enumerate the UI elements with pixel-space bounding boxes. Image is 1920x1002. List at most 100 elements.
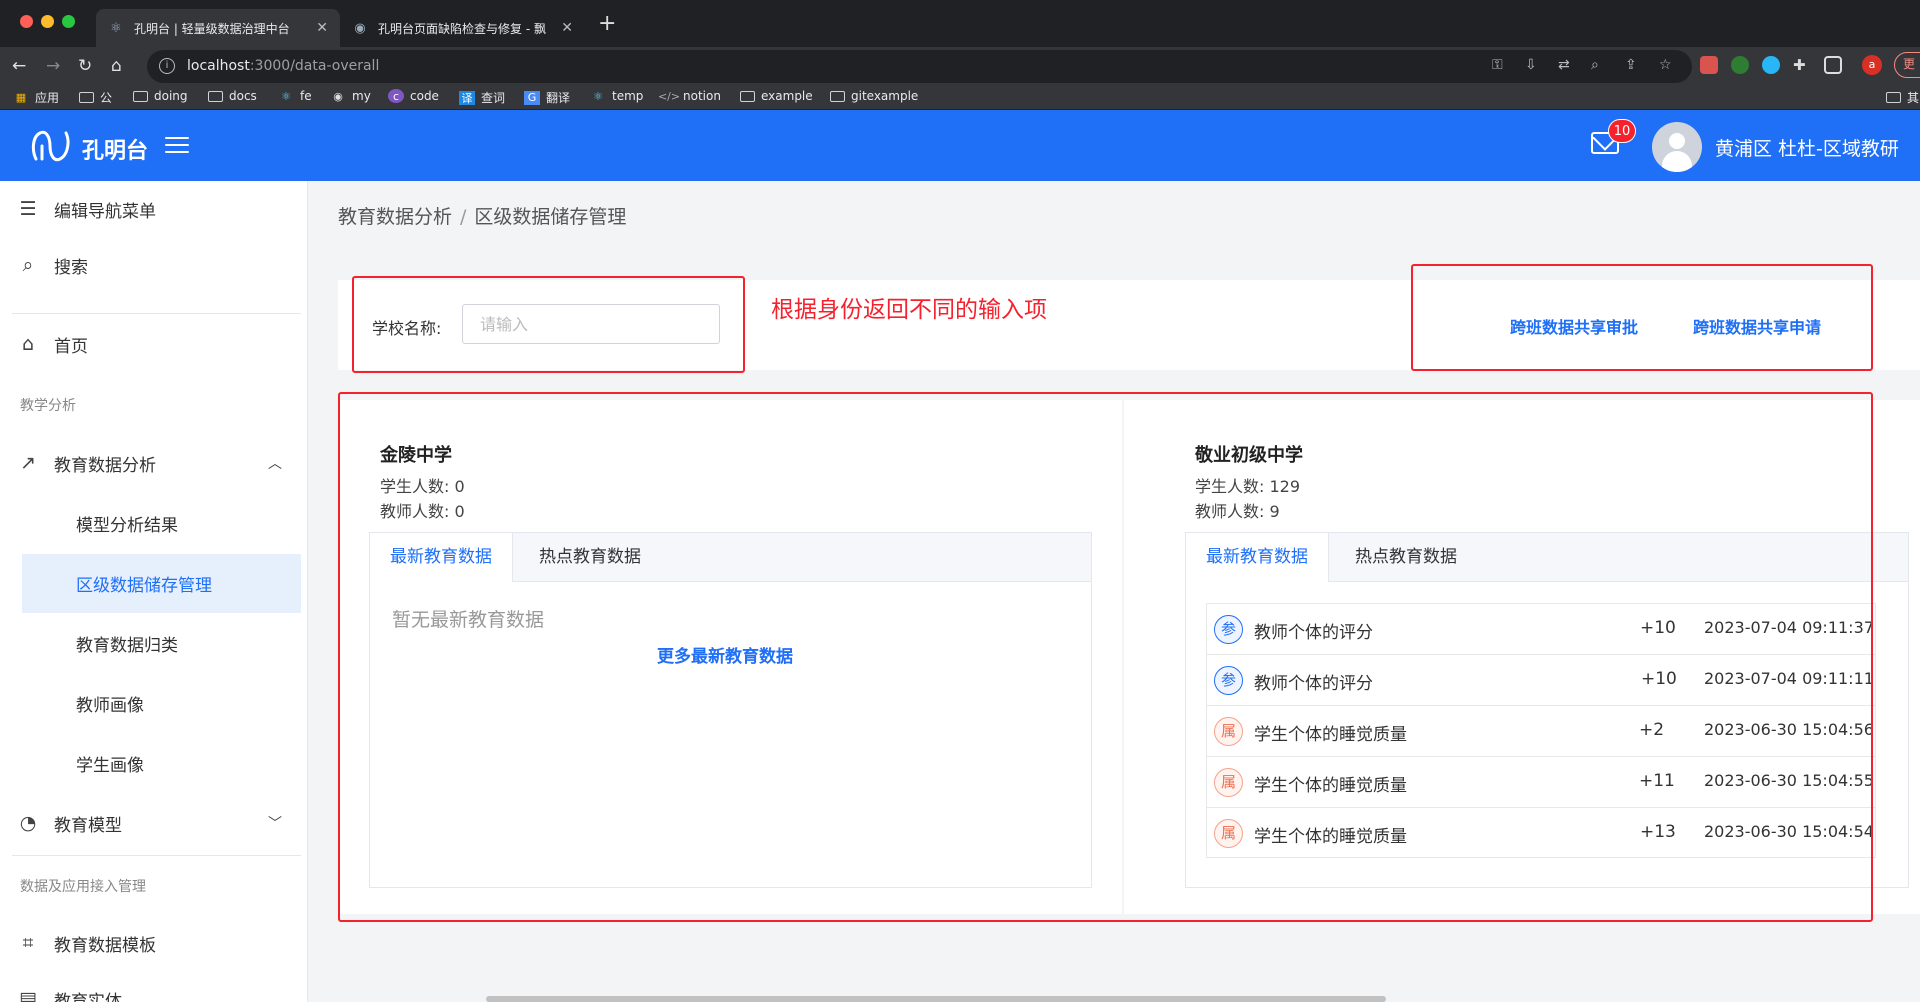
share-icon[interactable]: ⇪ — [1625, 57, 1637, 73]
react-icon: ⚛ — [593, 89, 603, 103]
url-text[interactable]: localhost:3000/data-overall — [187, 58, 379, 74]
sidebar-item-label: 教育模型 — [54, 815, 122, 836]
menu-toggle-icon[interactable] — [165, 137, 189, 155]
window-close-dot[interactable] — [20, 15, 33, 28]
more-latest-link[interactable]: 更多最新教育数据 — [657, 642, 793, 667]
list-item-time: 2023-06-30 15:04:54 — [1704, 822, 1874, 841]
sidebar-item-edu-model[interactable]: ◔ 教育模型 ﹀ — [0, 795, 300, 851]
extension-icon[interactable] — [1700, 56, 1718, 74]
browser-tab[interactable]: ◉ 孔明台页面缺陷检查与修复 - 飘 ✕ — [340, 9, 585, 47]
list-item[interactable]: 参 教师个体的评分 +10 2023-07-04 09:11:11 — [1206, 654, 1876, 705]
sidebar-subitem[interactable]: 学生画像 — [22, 734, 301, 793]
extension-icon[interactable] — [1731, 56, 1749, 74]
sidebar-item-edu-analysis[interactable]: ↗ 教育数据分析 ︿ — [0, 435, 300, 491]
app-header: 孔明台 10 黄浦区 杜杜-区域教研 — [0, 110, 1920, 181]
sidebar-item-search[interactable]: ⌕ 搜索 — [0, 237, 300, 293]
bookmark-item[interactable]: </> notion — [658, 89, 721, 103]
install-icon[interactable]: ⇩ — [1525, 57, 1537, 73]
info-icon[interactable]: i — [159, 58, 175, 74]
back-icon[interactable]: ← — [12, 57, 26, 75]
translate-icon[interactable]: ⇄ — [1558, 57, 1570, 73]
react-icon: ⚛ — [110, 20, 122, 36]
bookmark-item[interactable]: ▦ 应用 — [13, 89, 59, 106]
tab-latest-data[interactable]: 最新教育数据 — [370, 533, 513, 583]
window-zoom-dot[interactable] — [62, 15, 75, 28]
bookmark-item[interactable]: 译查词 — [459, 89, 505, 106]
school-name-input[interactable] — [462, 304, 720, 344]
tab-hot-data[interactable]: 热点教育数据 — [1335, 533, 1477, 582]
list-item-delta: +10 — [1641, 669, 1677, 689]
breadcrumb-parent[interactable]: 教育数据分析 — [338, 206, 452, 228]
list-item[interactable]: 属 学生个体的睡觉质量 +11 2023-06-30 15:04:55 — [1206, 756, 1876, 807]
new-tab-icon[interactable]: + — [598, 11, 616, 36]
share-apply-link[interactable]: 跨班数据共享申请 — [1693, 314, 1821, 338]
category-tag: 参 — [1214, 615, 1243, 644]
bookmark-item[interactable]: 其 — [1885, 89, 1919, 106]
bookmark-item[interactable]: c code — [388, 89, 439, 103]
list-item-time: 2023-07-04 09:11:11 — [1704, 669, 1874, 688]
sidebar-subitem[interactable]: 教育数据归类 — [22, 614, 301, 673]
bookmark-item[interactable]: docs — [207, 89, 257, 103]
bookmark-item[interactable]: doing — [132, 89, 188, 103]
list-item[interactable]: 属 学生个体的睡觉质量 +13 2023-06-30 15:04:54 — [1206, 807, 1876, 858]
share-approve-link[interactable]: 跨班数据共享审批 — [1510, 314, 1638, 338]
reload-icon[interactable]: ↻ — [78, 57, 92, 75]
list-item-delta: +11 — [1639, 771, 1675, 791]
bookmark-item[interactable]: ⚛ temp — [590, 89, 643, 103]
sidebar-item-edu-entity[interactable]: ▤ 教育实体 — [0, 971, 300, 1002]
bookmark-label: 其 — [1907, 91, 1920, 105]
extension-icon[interactable] — [1762, 56, 1780, 74]
sidepanel-icon[interactable] — [1824, 56, 1842, 74]
list-item-title: 学生个体的睡觉质量 — [1254, 827, 1407, 847]
logo-icon[interactable] — [30, 129, 72, 163]
search-icon: ⌕ — [22, 254, 34, 276]
list-item[interactable]: 参 教师个体的评分 +10 2023-07-04 09:11:37 — [1206, 603, 1876, 654]
browser-tab-active[interactable]: ⚛ 孔明台 | 轻量级数据治理中台 ✕ — [96, 9, 340, 47]
close-icon[interactable]: ✕ — [316, 20, 328, 36]
bookmark-item[interactable]: ⚛ fe — [278, 89, 312, 103]
bookmark-item[interactable]: example — [739, 89, 813, 103]
school-name: 敬业初级中学 — [1195, 445, 1303, 466]
list-item[interactable]: 属 学生个体的睡觉质量 +2 2023-06-30 15:04:56 — [1206, 705, 1876, 756]
category-tag: 属 — [1214, 717, 1243, 746]
address-bar[interactable]: i localhost:3000/data-overall ⚿ ⇩ ⇄ ⌕ ⇪ … — [147, 50, 1692, 83]
forward-icon[interactable]: → — [46, 57, 60, 75]
sidebar-subitem[interactable]: 模型分析结果 — [22, 494, 301, 553]
browser-tab-title: 孔明台页面缺陷检查与修复 - 飘 — [378, 21, 546, 36]
close-icon[interactable]: ✕ — [561, 20, 573, 36]
empty-state-text: 暂无最新教育数据 — [392, 609, 545, 631]
bookmark-item[interactable]: 公 — [78, 89, 112, 106]
user-info[interactable]: 黄浦区 杜杜-区域教研 — [1715, 134, 1899, 161]
tab-latest-data[interactable]: 最新教育数据 — [1186, 533, 1329, 583]
star-icon[interactable]: ☆ — [1659, 57, 1672, 73]
url-host: localhost — [187, 58, 250, 74]
home-icon[interactable]: ⌂ — [111, 57, 122, 75]
sidebar-subitem-active[interactable]: 区级数据储存管理 — [22, 554, 301, 613]
sidebar-item-data-template[interactable]: ⌗ 教育数据模板 — [0, 915, 300, 971]
notification-badge: 10 — [1608, 119, 1636, 143]
bookmark-item[interactable]: ◉ my — [330, 89, 371, 103]
brand-name[interactable]: 孔明台 — [82, 133, 148, 165]
window-minimize-dot[interactable] — [41, 15, 54, 28]
update-button[interactable]: 更 — [1894, 52, 1920, 78]
bookmark-item[interactable]: G 翻译 — [524, 89, 570, 106]
horizontal-scrollbar[interactable] — [486, 996, 1386, 1002]
puzzle-icon[interactable]: ✚ — [1793, 56, 1811, 74]
sidebar-subitem[interactable]: 教师画像 — [22, 674, 301, 733]
tab-hot-data[interactable]: 热点教育数据 — [519, 533, 661, 582]
category-tag: 属 — [1214, 819, 1243, 848]
list-item-delta: +2 — [1639, 720, 1665, 740]
zoom-icon[interactable]: ⌕ — [1591, 57, 1599, 73]
browser-toolbar: ← → ↻ ⌂ i localhost:3000/data-overall ⚿ … — [0, 47, 1920, 86]
list-item-title: 教师个体的评分 — [1254, 623, 1373, 643]
key-icon[interactable]: ⚿ — [1492, 57, 1503, 73]
category-tag: 属 — [1214, 768, 1243, 797]
folder-icon — [829, 89, 845, 103]
user-avatar[interactable] — [1652, 122, 1702, 172]
sidebar-item-edit-menu[interactable]: ☰ 编辑导航菜单 — [0, 181, 300, 237]
bookmark-item[interactable]: gitexample — [829, 89, 918, 103]
profile-avatar[interactable]: a — [1862, 55, 1882, 75]
bookmark-label: 公 — [100, 91, 113, 105]
sidebar: ☰ 编辑导航菜单 ⌕ 搜索 ⌂ 首页 教学分析 ↗ 教育数据分析 ︿ 模型分析结… — [0, 181, 308, 1002]
sidebar-item-home[interactable]: ⌂ 首页 — [0, 316, 300, 372]
